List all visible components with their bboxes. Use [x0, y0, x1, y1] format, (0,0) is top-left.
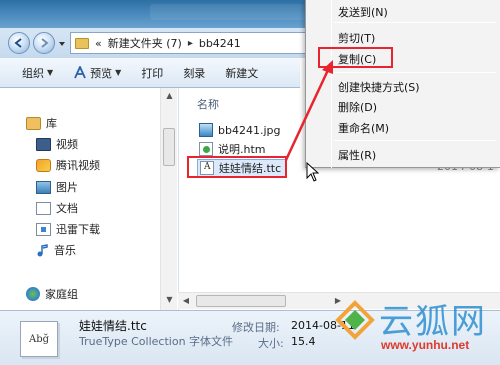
- nav-item-video[interactable]: 视频: [36, 136, 78, 152]
- folder-icon: [75, 37, 89, 49]
- nav-item-label: 图片: [56, 181, 78, 194]
- navigation-pane: 库 视频 腾讯视频 图片 文档 迅雷下载 音乐 家庭组: [0, 88, 178, 310]
- command-toolbar: 组织 ▼ 预览 ▼ 打印 刻录 新建文: [0, 58, 300, 88]
- nav-item-documents[interactable]: 文档: [36, 200, 78, 216]
- font-preview-icon: [74, 66, 86, 79]
- video-icon: [36, 137, 51, 151]
- details-size-label: 大小:: [258, 337, 284, 350]
- breadcrumb-item-parent[interactable]: 新建文件夹 (7): [108, 35, 182, 51]
- breadcrumb-separator-icon[interactable]: ▸: [188, 38, 193, 49]
- context-menu: 发送到(N) 剪切(T) 复制(C) 创建快捷方式(S) 删除(D) 重命名(M…: [305, 0, 500, 168]
- chevron-down-icon: ▼: [115, 68, 122, 77]
- watermark-brand: 云狐网: [379, 302, 487, 342]
- details-modified-label: 修改日期:: [232, 321, 280, 334]
- nav-item-homegroup[interactable]: 家庭组: [26, 286, 78, 302]
- library-icon: [26, 116, 41, 130]
- column-header-name[interactable]: 名称: [197, 96, 219, 112]
- print-label: 打印: [141, 66, 164, 80]
- font-thumbnail-text: Abğ: [28, 333, 50, 345]
- burn-button[interactable]: 刻录: [173, 58, 215, 87]
- font-file-large-icon: Abğ: [20, 321, 58, 357]
- new-folder-label: 新建文: [225, 66, 259, 80]
- watermark-url: www.yunhu.net: [381, 338, 470, 352]
- new-folder-button[interactable]: 新建文: [215, 58, 268, 87]
- forward-button[interactable]: [33, 32, 55, 54]
- preview-button[interactable]: 预览 ▼: [63, 58, 131, 87]
- file-name: bb4241.jpg: [218, 123, 281, 137]
- scroll-thumb[interactable]: [196, 295, 286, 307]
- annotation-highlight-box: [318, 47, 393, 68]
- organize-button[interactable]: 组织 ▼: [0, 58, 63, 87]
- address-bar[interactable]: « 新建文件夹 (7) ▸ bb4241: [70, 32, 315, 54]
- nav-item-label: 库: [46, 117, 57, 130]
- menu-item-create-shortcut[interactable]: 创建快捷方式(S): [338, 79, 420, 95]
- nav-item-label: 音乐: [54, 244, 76, 257]
- htm-file-icon: [199, 142, 213, 156]
- menu-item-delete[interactable]: 删除(D): [338, 99, 377, 115]
- details-size-value: 15.4: [291, 335, 316, 348]
- scroll-up-arrow-icon[interactable]: ▲: [161, 88, 178, 104]
- watermark: 云狐网 www.yunhu.net: [335, 292, 500, 365]
- menu-item-cut[interactable]: 剪切(T): [338, 30, 375, 46]
- annotation-highlight-box: [187, 156, 287, 178]
- music-icon: [37, 243, 48, 256]
- tencent-video-icon: [36, 158, 51, 172]
- mouse-cursor-icon: [306, 162, 320, 182]
- breadcrumb-overflow[interactable]: «: [95, 37, 102, 50]
- organize-label: 组织: [22, 66, 44, 80]
- nav-item-music[interactable]: 音乐: [36, 242, 76, 258]
- preview-label: 预览: [90, 66, 113, 80]
- details-file-name: 娃娃情结.ttc: [79, 319, 147, 333]
- documents-icon: [36, 201, 51, 215]
- menu-item-rename[interactable]: 重命名(M): [338, 120, 389, 136]
- breadcrumb-item-current[interactable]: bb4241: [199, 37, 241, 50]
- print-button[interactable]: 打印: [131, 58, 173, 87]
- scroll-left-arrow-icon[interactable]: ◀: [178, 293, 194, 309]
- file-item[interactable]: bb4241.jpg: [197, 121, 284, 139]
- recent-pages-chevron-down-icon[interactable]: [58, 40, 66, 48]
- pictures-icon: [36, 180, 51, 194]
- nav-pane-scrollbar[interactable]: ▲ ▼: [160, 88, 177, 310]
- nav-item-label: 迅雷下载: [56, 223, 100, 236]
- chevron-down-icon: ▼: [47, 68, 54, 77]
- arrow-left-icon: [14, 38, 22, 48]
- nav-item-xunlei-download[interactable]: 迅雷下载: [36, 221, 100, 237]
- nav-item-label: 家庭组: [45, 288, 78, 301]
- nav-item-tencent-video[interactable]: 腾讯视频: [36, 157, 100, 173]
- scroll-down-arrow-icon[interactable]: ▼: [161, 292, 178, 308]
- back-button[interactable]: [8, 32, 30, 54]
- file-name: 说明.htm: [218, 143, 266, 156]
- download-icon: [36, 222, 51, 236]
- jpg-file-icon: [199, 123, 213, 137]
- menu-item-send-to[interactable]: 发送到(N): [338, 4, 388, 20]
- yunhu-logo-icon: [335, 300, 375, 340]
- arrow-right-icon: [41, 38, 49, 48]
- burn-label: 刻录: [183, 66, 206, 80]
- menu-item-properties[interactable]: 属性(R): [338, 147, 376, 163]
- details-file-type: TrueType Collection 字体文件: [79, 335, 234, 348]
- nav-item-pictures[interactable]: 图片: [36, 179, 78, 195]
- scroll-thumb[interactable]: [163, 128, 175, 166]
- nav-item-label: 腾讯视频: [56, 159, 100, 172]
- homegroup-icon: [26, 287, 40, 301]
- nav-item-label: 文档: [56, 202, 78, 215]
- nav-item-label: 视频: [56, 138, 78, 151]
- nav-item-library[interactable]: 库: [26, 115, 57, 131]
